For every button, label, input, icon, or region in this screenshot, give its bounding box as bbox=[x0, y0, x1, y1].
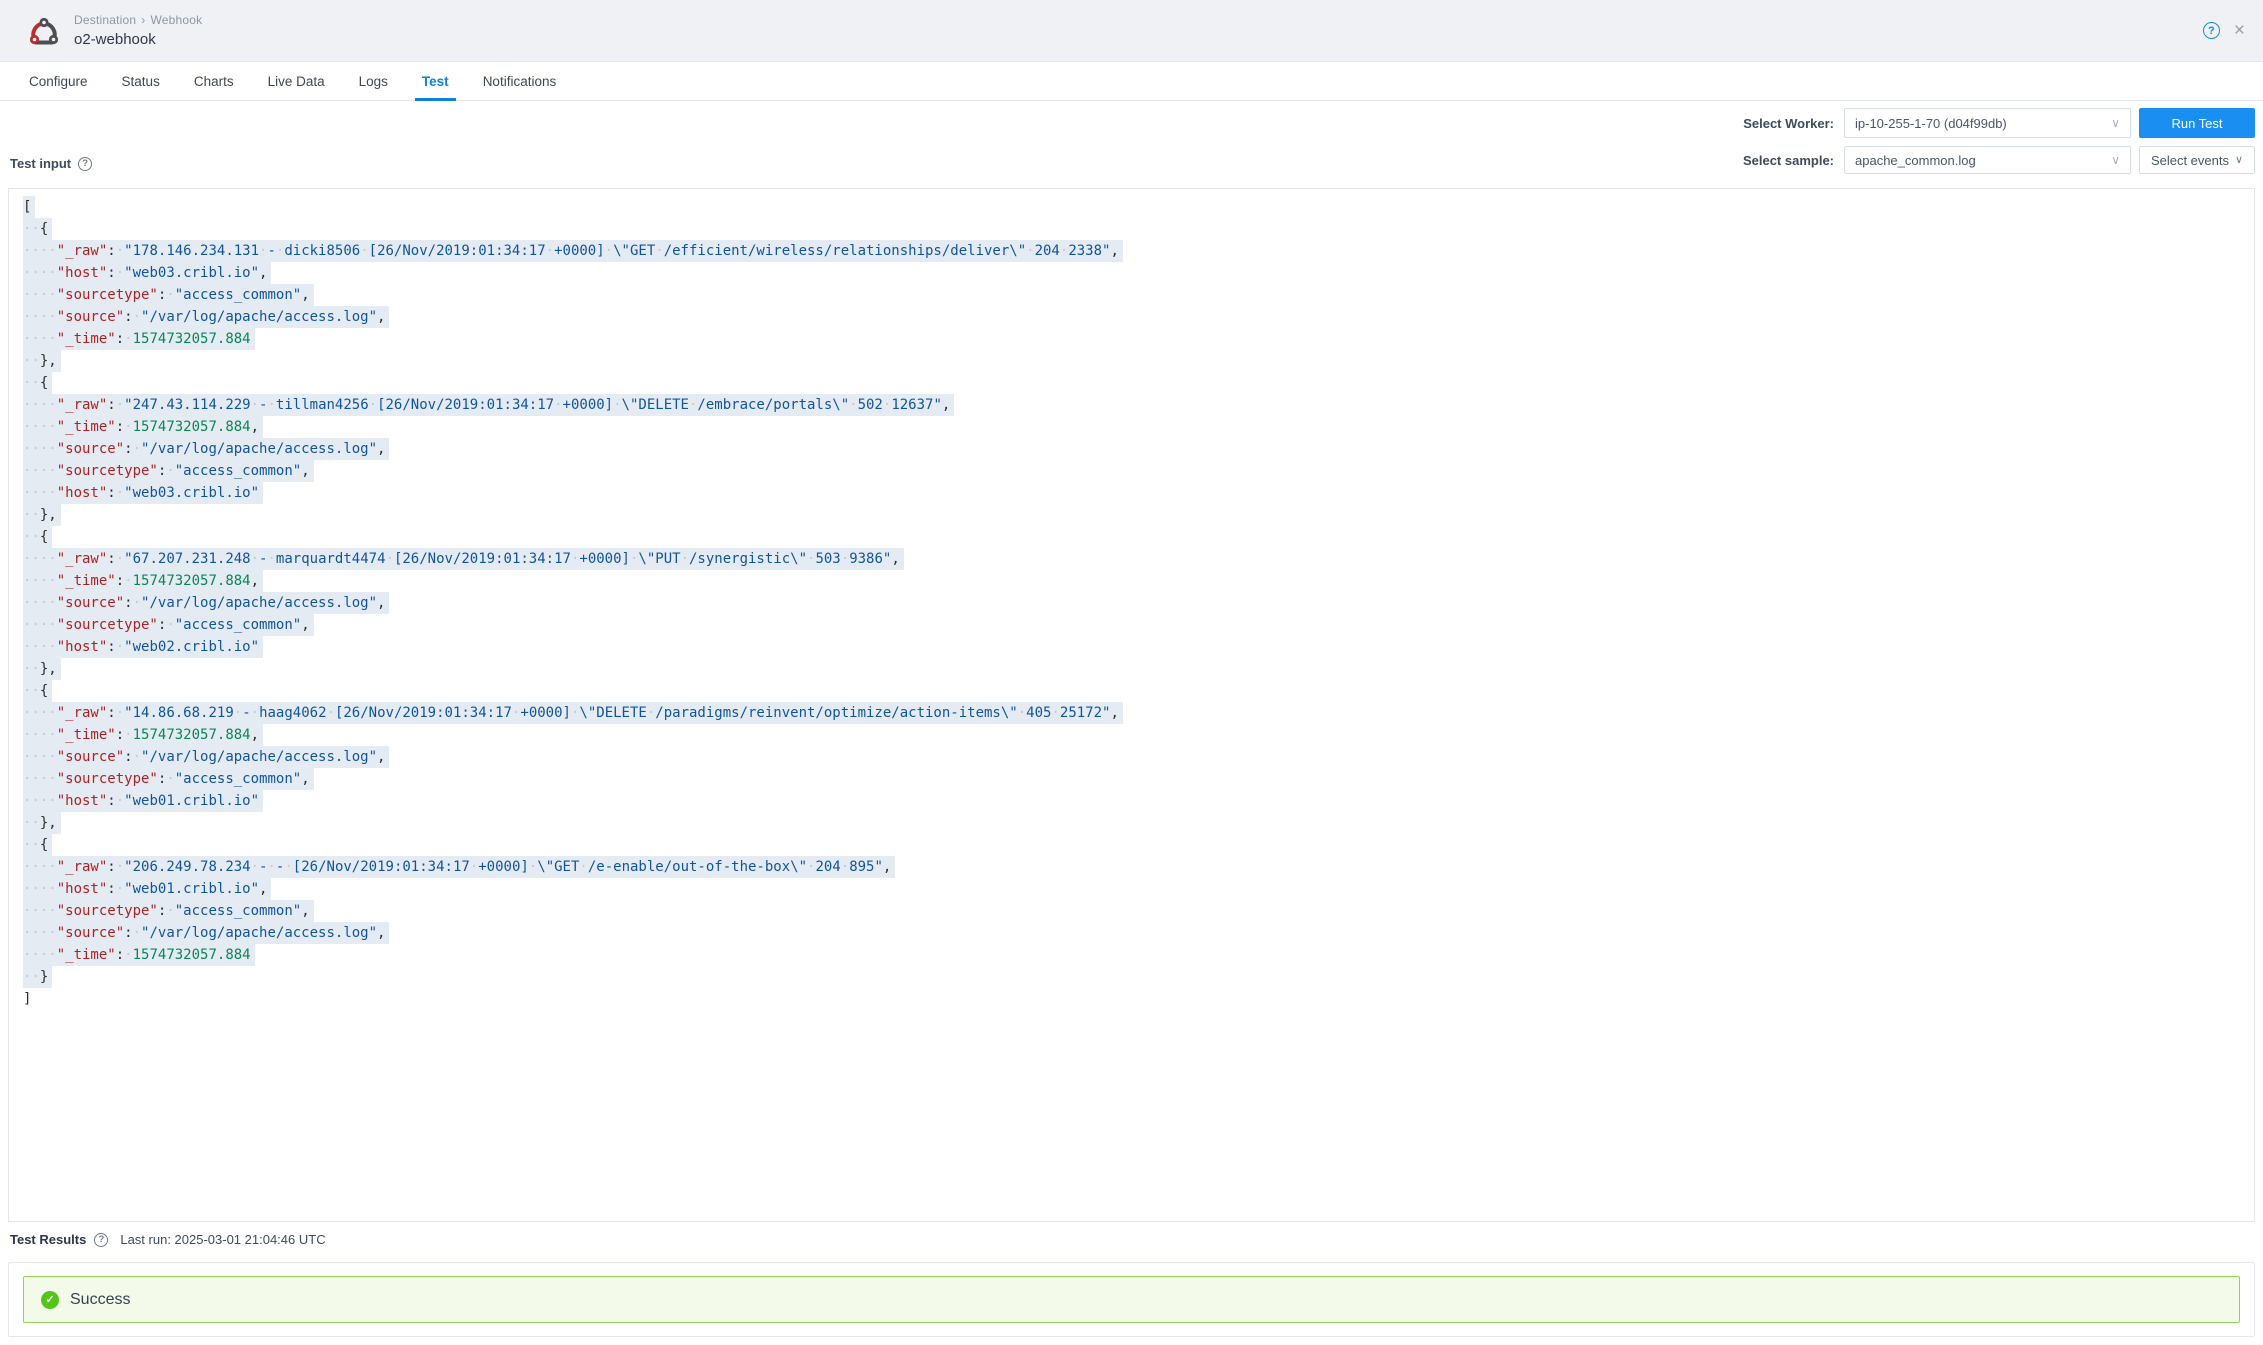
test-input-label: Test input bbox=[10, 156, 71, 171]
code-line: ····"sourcetype":·"access_common", bbox=[23, 460, 2254, 482]
tab-bar: Configure Status Charts Live Data Logs T… bbox=[0, 62, 2263, 101]
code-line: ····"host":·"web01.cribl.io" bbox=[23, 790, 2254, 812]
worker-toolbar: Select Worker: ip-10-255-1-70 (d04f99db)… bbox=[1743, 108, 2255, 138]
test-results-panel: ✓ Success bbox=[8, 1262, 2255, 1337]
code-line: ····"sourcetype":·"access_common", bbox=[23, 900, 2254, 922]
select-events-button[interactable]: Select events ∨ bbox=[2139, 146, 2255, 174]
breadcrumb-webhook[interactable]: Webhook bbox=[150, 13, 202, 27]
breadcrumb: Destination › Webhook bbox=[74, 13, 202, 27]
code-line: ····"_raw":·"178.146.234.131·-·dicki8506… bbox=[23, 240, 2254, 262]
code-line: ··} bbox=[23, 966, 2254, 988]
code-line: ····"source":·"/var/log/apache/access.lo… bbox=[23, 438, 2254, 460]
success-check-icon: ✓ bbox=[41, 1291, 59, 1309]
code-line: ··{ bbox=[23, 218, 2254, 240]
code-line: ····"_time":·1574732057.884 bbox=[23, 944, 2254, 966]
code-line: ··{ bbox=[23, 526, 2254, 548]
worker-select[interactable]: ip-10-255-1-70 (d04f99db) ∨ bbox=[1844, 108, 2131, 138]
code-line: ··}, bbox=[23, 504, 2254, 526]
select-events-label: Select events bbox=[2151, 153, 2229, 168]
question-help-icon[interactable]: ? bbox=[94, 1233, 108, 1247]
sample-toolbar: Select sample: apache_common.log ∨ Selec… bbox=[1743, 146, 2255, 174]
worker-select-value: ip-10-255-1-70 (d04f99db) bbox=[1855, 116, 2007, 131]
chevron-down-icon: ∨ bbox=[2111, 117, 2120, 129]
code-line: ····"host":·"web03.cribl.io" bbox=[23, 482, 2254, 504]
breadcrumb-separator: › bbox=[141, 13, 145, 27]
test-results-header: Test Results ? Last run: 2025-03-01 21:0… bbox=[10, 1232, 326, 1247]
code-line: ····"_raw":·"67.207.231.248·-·marquardt4… bbox=[23, 548, 2254, 570]
code-line: ····"sourcetype":·"access_common", bbox=[23, 768, 2254, 790]
chevron-down-icon: ∨ bbox=[2235, 155, 2243, 166]
code-line: [ bbox=[23, 196, 2254, 218]
last-run-timestamp: Last run: 2025-03-01 21:04:46 UTC bbox=[120, 1232, 325, 1247]
code-line: ····"source":·"/var/log/apache/access.lo… bbox=[23, 306, 2254, 328]
code-line: ····"_time":·1574732057.884, bbox=[23, 570, 2254, 592]
code-line: ····"_time":·1574732057.884, bbox=[23, 724, 2254, 746]
tab-live-data[interactable]: Live Data bbox=[251, 62, 342, 100]
code-line: ····"_raw":·"14.86.68.219·-·haag4062·[26… bbox=[23, 702, 2254, 724]
app-header: Destination › Webhook o2-webhook ? × bbox=[0, 0, 2263, 62]
tab-test[interactable]: Test bbox=[405, 62, 466, 100]
code-line: ··{ bbox=[23, 834, 2254, 856]
tab-logs[interactable]: Logs bbox=[342, 62, 405, 100]
test-results-label: Test Results bbox=[10, 1232, 86, 1247]
code-line: ] bbox=[23, 988, 2254, 1010]
chevron-down-icon: ∨ bbox=[2111, 154, 2120, 166]
tab-charts[interactable]: Charts bbox=[177, 62, 251, 100]
code-line: ····"_raw":·"206.249.78.234·-·-·[26/Nov/… bbox=[23, 856, 2254, 878]
code-line: ··}, bbox=[23, 658, 2254, 680]
code-line: ····"_time":·1574732057.884, bbox=[23, 416, 2254, 438]
code-line: ····"host":·"web03.cribl.io", bbox=[23, 262, 2254, 284]
run-test-button[interactable]: Run Test bbox=[2139, 108, 2255, 138]
question-help-icon[interactable]: ? bbox=[78, 157, 92, 171]
test-input-editor[interactable]: [··{····"_raw":·"178.146.234.131·-·dicki… bbox=[8, 188, 2255, 1222]
code-line: ··}, bbox=[23, 812, 2254, 834]
code-line: ····"_time":·1574732057.884 bbox=[23, 328, 2254, 350]
select-worker-label: Select Worker: bbox=[1743, 116, 1834, 131]
code-line: ····"source":·"/var/log/apache/access.lo… bbox=[23, 922, 2254, 944]
help-icon[interactable]: ? bbox=[2203, 22, 2220, 39]
webhook-logo-icon bbox=[24, 11, 64, 51]
page-title: o2-webhook bbox=[74, 31, 202, 48]
success-status-text: Success bbox=[70, 1291, 130, 1309]
code-line: ··{ bbox=[23, 680, 2254, 702]
test-input-header: Test input ? bbox=[10, 156, 92, 171]
sample-select-value: apache_common.log bbox=[1855, 153, 1976, 168]
code-line: ····"host":·"web01.cribl.io", bbox=[23, 878, 2254, 900]
code-line: ··}, bbox=[23, 350, 2254, 372]
tab-notifications[interactable]: Notifications bbox=[466, 62, 574, 100]
sample-select[interactable]: apache_common.log ∨ bbox=[1844, 146, 2131, 174]
code-line: ····"sourcetype":·"access_common", bbox=[23, 614, 2254, 636]
breadcrumb-destination[interactable]: Destination bbox=[74, 13, 136, 27]
tab-status[interactable]: Status bbox=[105, 62, 177, 100]
code-line: ····"host":·"web02.cribl.io" bbox=[23, 636, 2254, 658]
code-line: ····"source":·"/var/log/apache/access.lo… bbox=[23, 746, 2254, 768]
tab-configure[interactable]: Configure bbox=[12, 62, 105, 100]
code-line: ····"sourcetype":·"access_common", bbox=[23, 284, 2254, 306]
success-banner: ✓ Success bbox=[23, 1276, 2240, 1323]
close-icon[interactable]: × bbox=[2234, 21, 2245, 40]
code-line: ····"_raw":·"247.43.114.229·-·tillman425… bbox=[23, 394, 2254, 416]
code-line: ··{ bbox=[23, 372, 2254, 394]
code-line: ····"source":·"/var/log/apache/access.lo… bbox=[23, 592, 2254, 614]
select-sample-label: Select sample: bbox=[1743, 153, 1834, 168]
